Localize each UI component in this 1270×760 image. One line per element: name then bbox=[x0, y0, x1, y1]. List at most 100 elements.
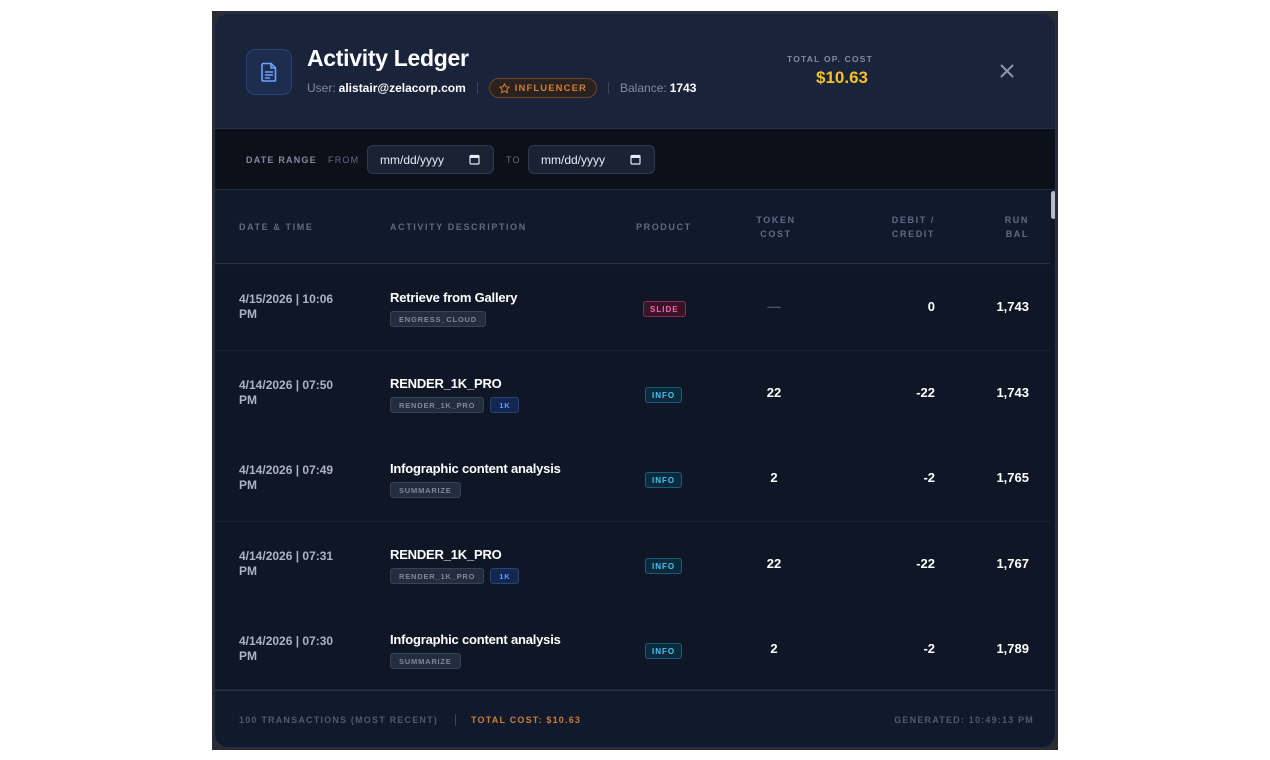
row-debit-credit: 0 bbox=[927, 299, 935, 314]
from-date-value: mm/dd/yyyy bbox=[380, 152, 445, 167]
total-cost-label: TOTAL OP. COST bbox=[787, 54, 874, 64]
row-debit-credit: -22 bbox=[916, 385, 935, 400]
row-token-cost: — bbox=[767, 299, 781, 314]
table-row[interactable]: 4/14/2026 | 07:30 PM Infographic content… bbox=[215, 607, 1051, 690]
date-range-filter: DATE RANGE FROM mm/dd/yyyy TO mm/dd/yyyy bbox=[215, 129, 1055, 190]
row-tags: RENDER_1K_PRO 1K bbox=[390, 397, 520, 413]
row-tag: RENDER_1K_PRO bbox=[390, 568, 485, 584]
row-running-balance: 1,765 bbox=[996, 470, 1029, 485]
col-debit-line2: CREDIT bbox=[891, 229, 935, 239]
table-row[interactable]: 4/14/2026 | 07:50 PM RENDER_1K_PRO RENDE… bbox=[215, 351, 1051, 437]
col-bal-line1: RUN bbox=[1004, 215, 1029, 225]
transaction-count: 100 TRANSACTIONS (MOST RECENT) bbox=[239, 715, 439, 725]
col-token-line2: COST bbox=[760, 229, 792, 239]
row-description: Infographic content analysis bbox=[390, 461, 561, 476]
from-label: FROM bbox=[328, 155, 360, 165]
row-date-line2: PM bbox=[239, 478, 257, 492]
row-tag: ENGRESS_CLOUD bbox=[390, 311, 486, 327]
row-running-balance: 1,789 bbox=[996, 641, 1029, 656]
tier-badge: INFLUENCER bbox=[488, 78, 597, 98]
row-date-line1: 4/14/2026 | 07:49 bbox=[239, 463, 334, 477]
row-description: Infographic content analysis bbox=[390, 632, 561, 647]
row-date: 4/14/2026 | 07:30 PM bbox=[239, 634, 369, 664]
scrollbar-thumb[interactable] bbox=[1051, 191, 1055, 219]
row-date-line1: 4/14/2026 | 07:30 bbox=[239, 634, 334, 648]
document-icon bbox=[246, 49, 292, 95]
row-tags: SUMMARIZE bbox=[390, 482, 461, 498]
row-token-cost: 22 bbox=[766, 556, 782, 571]
divider bbox=[476, 82, 478, 94]
col-token-cost: TOKEN COST bbox=[744, 213, 808, 241]
col-debit-credit: DEBIT / CREDIT bbox=[855, 213, 935, 241]
row-running-balance: 1,767 bbox=[996, 556, 1029, 571]
col-debit-line1: DEBIT / bbox=[891, 215, 935, 225]
row-date: 4/14/2026 | 07:50 PM bbox=[239, 378, 369, 408]
product-badge: INFO bbox=[645, 387, 683, 403]
row-date-line2: PM bbox=[239, 649, 257, 663]
row-debit-credit: -22 bbox=[916, 556, 935, 571]
table-row[interactable]: 4/14/2026 | 07:31 PM RENDER_1K_PRO RENDE… bbox=[215, 522, 1051, 608]
row-debit-credit: -2 bbox=[923, 470, 935, 485]
close-button[interactable] bbox=[996, 60, 1018, 82]
balance-label: Balance: bbox=[620, 81, 667, 95]
row-date: 4/14/2026 | 07:49 PM bbox=[239, 463, 369, 493]
col-description: ACTIVITY DESCRIPTION bbox=[390, 222, 527, 232]
row-tags: RENDER_1K_PRO 1K bbox=[390, 568, 520, 584]
modal-footer: 100 TRANSACTIONS (MOST RECENT) TOTAL COS… bbox=[215, 690, 1055, 747]
table-row[interactable]: 4/14/2026 | 07:49 PM Infographic content… bbox=[215, 436, 1051, 522]
product-badge: INFO bbox=[645, 472, 683, 488]
divider bbox=[455, 714, 456, 726]
close-icon bbox=[1000, 64, 1014, 78]
row-tags: SUMMARIZE bbox=[390, 653, 461, 669]
table-header: DATE & TIME ACTIVITY DESCRIPTION PRODUCT… bbox=[215, 190, 1051, 264]
table-row[interactable]: 4/15/2026 | 10:06 PM Retrieve from Galle… bbox=[215, 265, 1051, 351]
row-description: Retrieve from Gallery bbox=[390, 290, 518, 305]
to-date-value: mm/dd/yyyy bbox=[541, 152, 606, 167]
product-badge: INFO bbox=[645, 558, 683, 574]
row-date-line1: 4/14/2026 | 07:50 bbox=[239, 378, 334, 392]
page-title: Activity Ledger bbox=[307, 45, 469, 71]
product-badge: SLIDE bbox=[643, 301, 686, 317]
row-date: 4/14/2026 | 07:31 PM bbox=[239, 549, 369, 579]
row-date-line1: 4/15/2026 | 10:06 bbox=[239, 292, 334, 306]
col-date: DATE & TIME bbox=[239, 222, 314, 232]
activity-ledger-modal: Activity Ledger User: alistair@zelacorp.… bbox=[214, 13, 1056, 748]
user-email: alistair@zelacorp.com bbox=[338, 81, 466, 95]
row-tag: SUMMARIZE bbox=[390, 482, 461, 498]
to-date-input[interactable]: mm/dd/yyyy bbox=[528, 145, 655, 174]
row-running-balance: 1,743 bbox=[996, 299, 1029, 314]
to-label: TO bbox=[506, 155, 521, 165]
tier-badge-label: INFLUENCER bbox=[514, 82, 587, 94]
col-running-balance: RUN BAL bbox=[949, 213, 1029, 241]
generated-time: GENERATED: 10:49:13 PM bbox=[894, 715, 1034, 725]
row-token-cost: 22 bbox=[766, 385, 782, 400]
calendar-icon[interactable] bbox=[630, 154, 641, 165]
user-label: User: bbox=[307, 81, 336, 95]
from-date-input[interactable]: mm/dd/yyyy bbox=[367, 145, 494, 174]
row-date: 4/15/2026 | 10:06 PM bbox=[239, 292, 369, 322]
row-date-line1: 4/14/2026 | 07:31 bbox=[239, 549, 334, 563]
resolution-tag: 1K bbox=[490, 568, 520, 584]
col-bal-line2: BAL bbox=[1005, 229, 1029, 239]
total-cost-value: $10.63 bbox=[816, 68, 868, 87]
calendar-icon[interactable] bbox=[469, 154, 480, 165]
table-scrollbar[interactable] bbox=[1050, 190, 1055, 690]
row-debit-credit: -2 bbox=[923, 641, 935, 656]
row-date-line2: PM bbox=[239, 564, 257, 578]
row-tags: ENGRESS_CLOUD bbox=[390, 311, 486, 327]
date-range-label: DATE RANGE bbox=[246, 155, 317, 165]
row-tag: SUMMARIZE bbox=[390, 653, 461, 669]
row-tag: RENDER_1K_PRO bbox=[390, 397, 485, 413]
row-date-line2: PM bbox=[239, 393, 257, 407]
divider bbox=[608, 82, 609, 94]
user-meta: User: alistair@zelacorp.com INFLUENCER B… bbox=[307, 78, 696, 98]
col-product: PRODUCT bbox=[636, 222, 692, 232]
row-token-cost: 2 bbox=[770, 641, 778, 656]
modal-header: Activity Ledger User: alistair@zelacorp.… bbox=[215, 14, 1055, 129]
row-running-balance: 1,743 bbox=[996, 385, 1029, 400]
col-token-line1: TOKEN bbox=[756, 215, 796, 225]
row-description: RENDER_1K_PRO bbox=[390, 547, 502, 562]
product-badge: INFO bbox=[645, 643, 683, 659]
row-token-cost: 2 bbox=[770, 470, 778, 485]
row-date-line2: PM bbox=[239, 307, 257, 321]
